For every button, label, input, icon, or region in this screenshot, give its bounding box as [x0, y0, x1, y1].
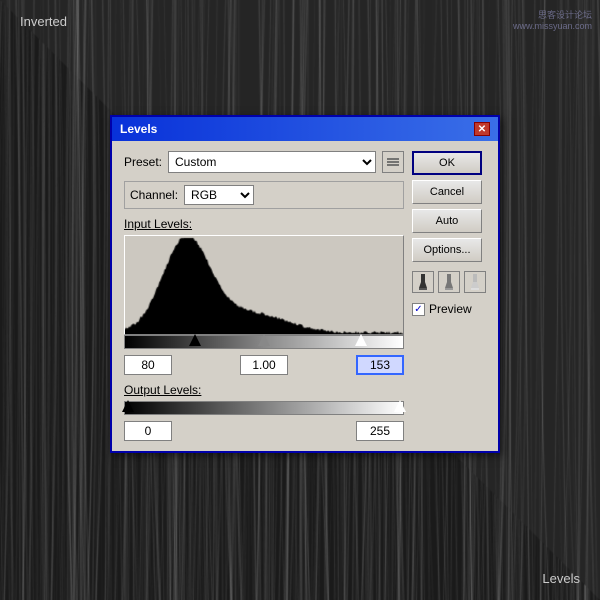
options-button[interactable]: Options... — [412, 238, 482, 262]
output-levels-section: Output Levels: — [124, 383, 404, 441]
white-eyedropper-button[interactable] — [464, 271, 486, 293]
preset-select[interactable]: Custom — [168, 151, 376, 173]
dialog-titlebar: Levels ✕ — [112, 117, 498, 141]
black-eyedropper-button[interactable] — [412, 271, 434, 293]
mid-input-slider[interactable] — [258, 334, 270, 346]
channel-row: Channel: RGB Red Green Blue — [124, 181, 404, 209]
button-column: OK Cancel Auto Options... ✓ — [412, 151, 486, 316]
preview-label: Preview — [429, 302, 472, 316]
input-levels-section: Input Levels: — [124, 217, 404, 375]
output-levels-label: Output Levels: — [124, 383, 404, 397]
preset-row: Preset: Custom — [124, 151, 404, 173]
black-input-slider[interactable] — [189, 334, 201, 346]
preset-label: Preset: — [124, 155, 162, 169]
channel-select[interactable]: RGB Red Green Blue — [184, 185, 254, 205]
input-mid-value[interactable] — [240, 355, 288, 375]
output-white-value[interactable] — [356, 421, 404, 441]
input-white-value[interactable] — [356, 355, 404, 375]
input-levels-label: Input Levels: — [124, 217, 404, 231]
auto-button[interactable]: Auto — [412, 209, 482, 233]
cancel-button[interactable]: Cancel — [412, 180, 482, 204]
preset-icon-button[interactable] — [382, 151, 404, 173]
output-values-row — [124, 421, 404, 441]
dialog-body: OK Cancel Auto Options... ✓ — [112, 141, 498, 451]
watermark: 思客设计论坛 www.missyuan.com — [513, 8, 592, 31]
gray-eyedropper-button[interactable] — [438, 271, 460, 293]
black-output-slider[interactable] — [122, 400, 134, 412]
preview-row: ✓ Preview — [412, 302, 486, 316]
label-levels-bg: Levels — [542, 571, 580, 586]
input-values-row — [124, 355, 404, 375]
label-inverted: Inverted — [20, 14, 67, 29]
close-button[interactable]: ✕ — [474, 122, 490, 136]
levels-dialog: Levels ✕ OK Cancel Auto Options... — [110, 115, 500, 453]
input-black-value[interactable] — [124, 355, 172, 375]
channel-label: Channel: — [130, 188, 178, 202]
input-slider-track[interactable] — [124, 335, 404, 349]
ok-button[interactable]: OK — [412, 151, 482, 175]
dialog-main: Preset: Custom Channel: RGB Red Green — [124, 151, 404, 441]
histogram — [124, 235, 404, 335]
dialog-title: Levels — [120, 122, 157, 136]
eyedropper-row — [412, 271, 486, 293]
output-black-value[interactable] — [124, 421, 172, 441]
white-output-slider[interactable] — [394, 400, 406, 412]
white-input-slider[interactable] — [355, 334, 367, 346]
preview-checkbox[interactable]: ✓ — [412, 303, 425, 316]
output-slider-track[interactable] — [124, 401, 404, 415]
